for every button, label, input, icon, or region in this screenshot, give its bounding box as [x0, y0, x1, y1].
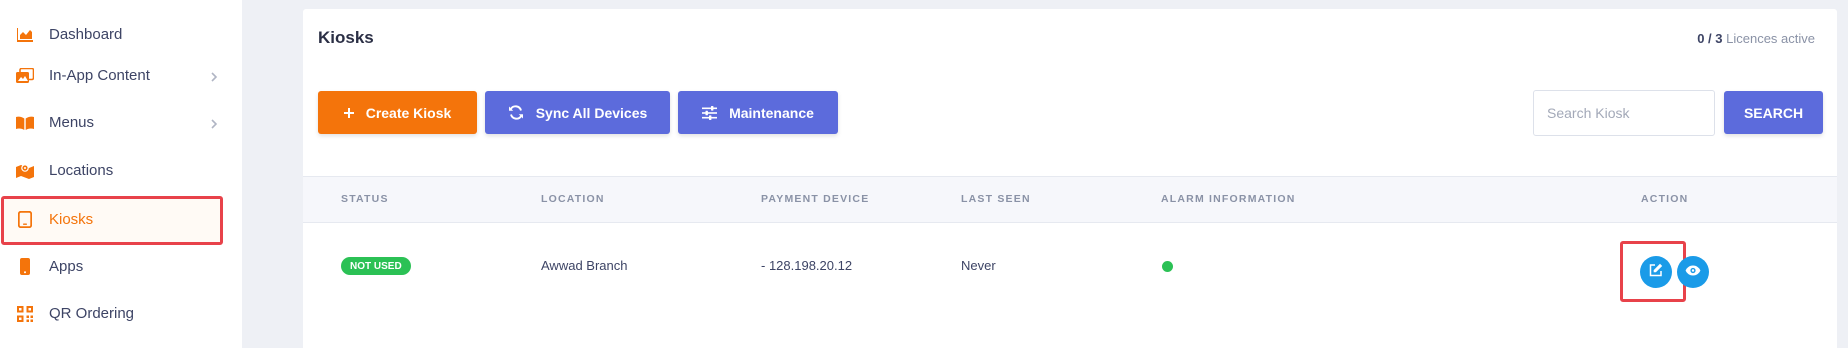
- sidebar-item-kiosks[interactable]: Kiosks: [0, 196, 234, 243]
- create-kiosk-button[interactable]: Create Kiosk: [318, 91, 477, 134]
- table-header: STATUS LOCATION PAYMENT DEVICE LAST SEEN…: [303, 176, 1837, 223]
- sidebar-item-qr-ordering[interactable]: QR Ordering: [0, 290, 234, 337]
- sidebar-item-locations[interactable]: Locations: [0, 147, 234, 194]
- chevron-right-icon: [208, 70, 220, 82]
- licences-count: 0 / 3: [1697, 31, 1723, 46]
- plus-icon: [343, 107, 354, 118]
- column-header-status: STATUS: [341, 193, 389, 205]
- sync-all-devices-label: Sync All Devices: [535, 104, 648, 121]
- licences-label: Licences active: [1726, 31, 1815, 46]
- sidebar-item-label: QR Ordering: [49, 305, 135, 322]
- mobile-icon: [16, 258, 34, 276]
- status-badge: NOT USED: [341, 257, 411, 275]
- kiosks-panel: Kiosks 0 / 3 Licences active Create Kios…: [303, 9, 1837, 348]
- column-header-payment-device: PAYMENT DEVICE: [761, 193, 870, 205]
- book-icon: [16, 114, 34, 132]
- sidebar: Dashboard In-App Content Menus Locations…: [0, 0, 242, 348]
- sidebar-item-label: Dashboard: [49, 26, 123, 43]
- last-seen-cell: Never: [961, 258, 996, 273]
- map-icon: [16, 162, 34, 180]
- search-kiosk-input[interactable]: [1533, 90, 1715, 136]
- sliders-icon: [702, 105, 718, 120]
- column-header-action: ACTION: [1641, 193, 1689, 205]
- edit-button[interactable]: [1640, 256, 1672, 288]
- sync-all-devices-button[interactable]: Sync All Devices: [485, 91, 670, 134]
- sidebar-item-label: In-App Content: [49, 67, 150, 84]
- alarm-status-dot: [1162, 261, 1173, 272]
- column-header-location: LOCATION: [541, 193, 605, 205]
- tablet-icon: [16, 211, 34, 229]
- qrcode-icon: [16, 305, 34, 323]
- edit-icon: [1649, 263, 1663, 282]
- sync-icon: [508, 105, 524, 120]
- location-cell: Awwad Branch: [541, 258, 628, 273]
- view-button[interactable]: [1677, 256, 1709, 288]
- chevron-right-icon: [208, 117, 220, 129]
- eye-icon: [1685, 263, 1701, 281]
- maintenance-label: Maintenance: [729, 104, 814, 121]
- page-title: Kiosks: [318, 28, 374, 47]
- payment-device-cell: - 128.198.20.12: [761, 258, 853, 273]
- sidebar-item-menus[interactable]: Menus: [0, 99, 234, 146]
- create-kiosk-label: Create Kiosk: [365, 104, 452, 121]
- sidebar-item-label: Kiosks: [49, 211, 94, 228]
- sidebar-item-label: Locations: [49, 162, 114, 179]
- images-icon: [16, 67, 34, 85]
- sidebar-item-label: Apps: [49, 258, 84, 275]
- sidebar-item-dashboard[interactable]: Dashboard: [0, 11, 234, 58]
- sidebar-item-in-app-content[interactable]: In-App Content: [0, 52, 234, 99]
- sidebar-item-apps[interactable]: Apps: [0, 243, 234, 290]
- column-header-alarm-information: ALARM INFORMATION: [1161, 193, 1296, 205]
- maintenance-button[interactable]: Maintenance: [678, 91, 838, 134]
- sidebar-item-label: Menus: [49, 114, 95, 131]
- chart-icon: [16, 26, 34, 44]
- licences-status: 0 / 3 Licences active: [1697, 31, 1815, 46]
- search-button[interactable]: SEARCH: [1724, 91, 1823, 134]
- column-header-last-seen: LAST SEEN: [961, 193, 1031, 205]
